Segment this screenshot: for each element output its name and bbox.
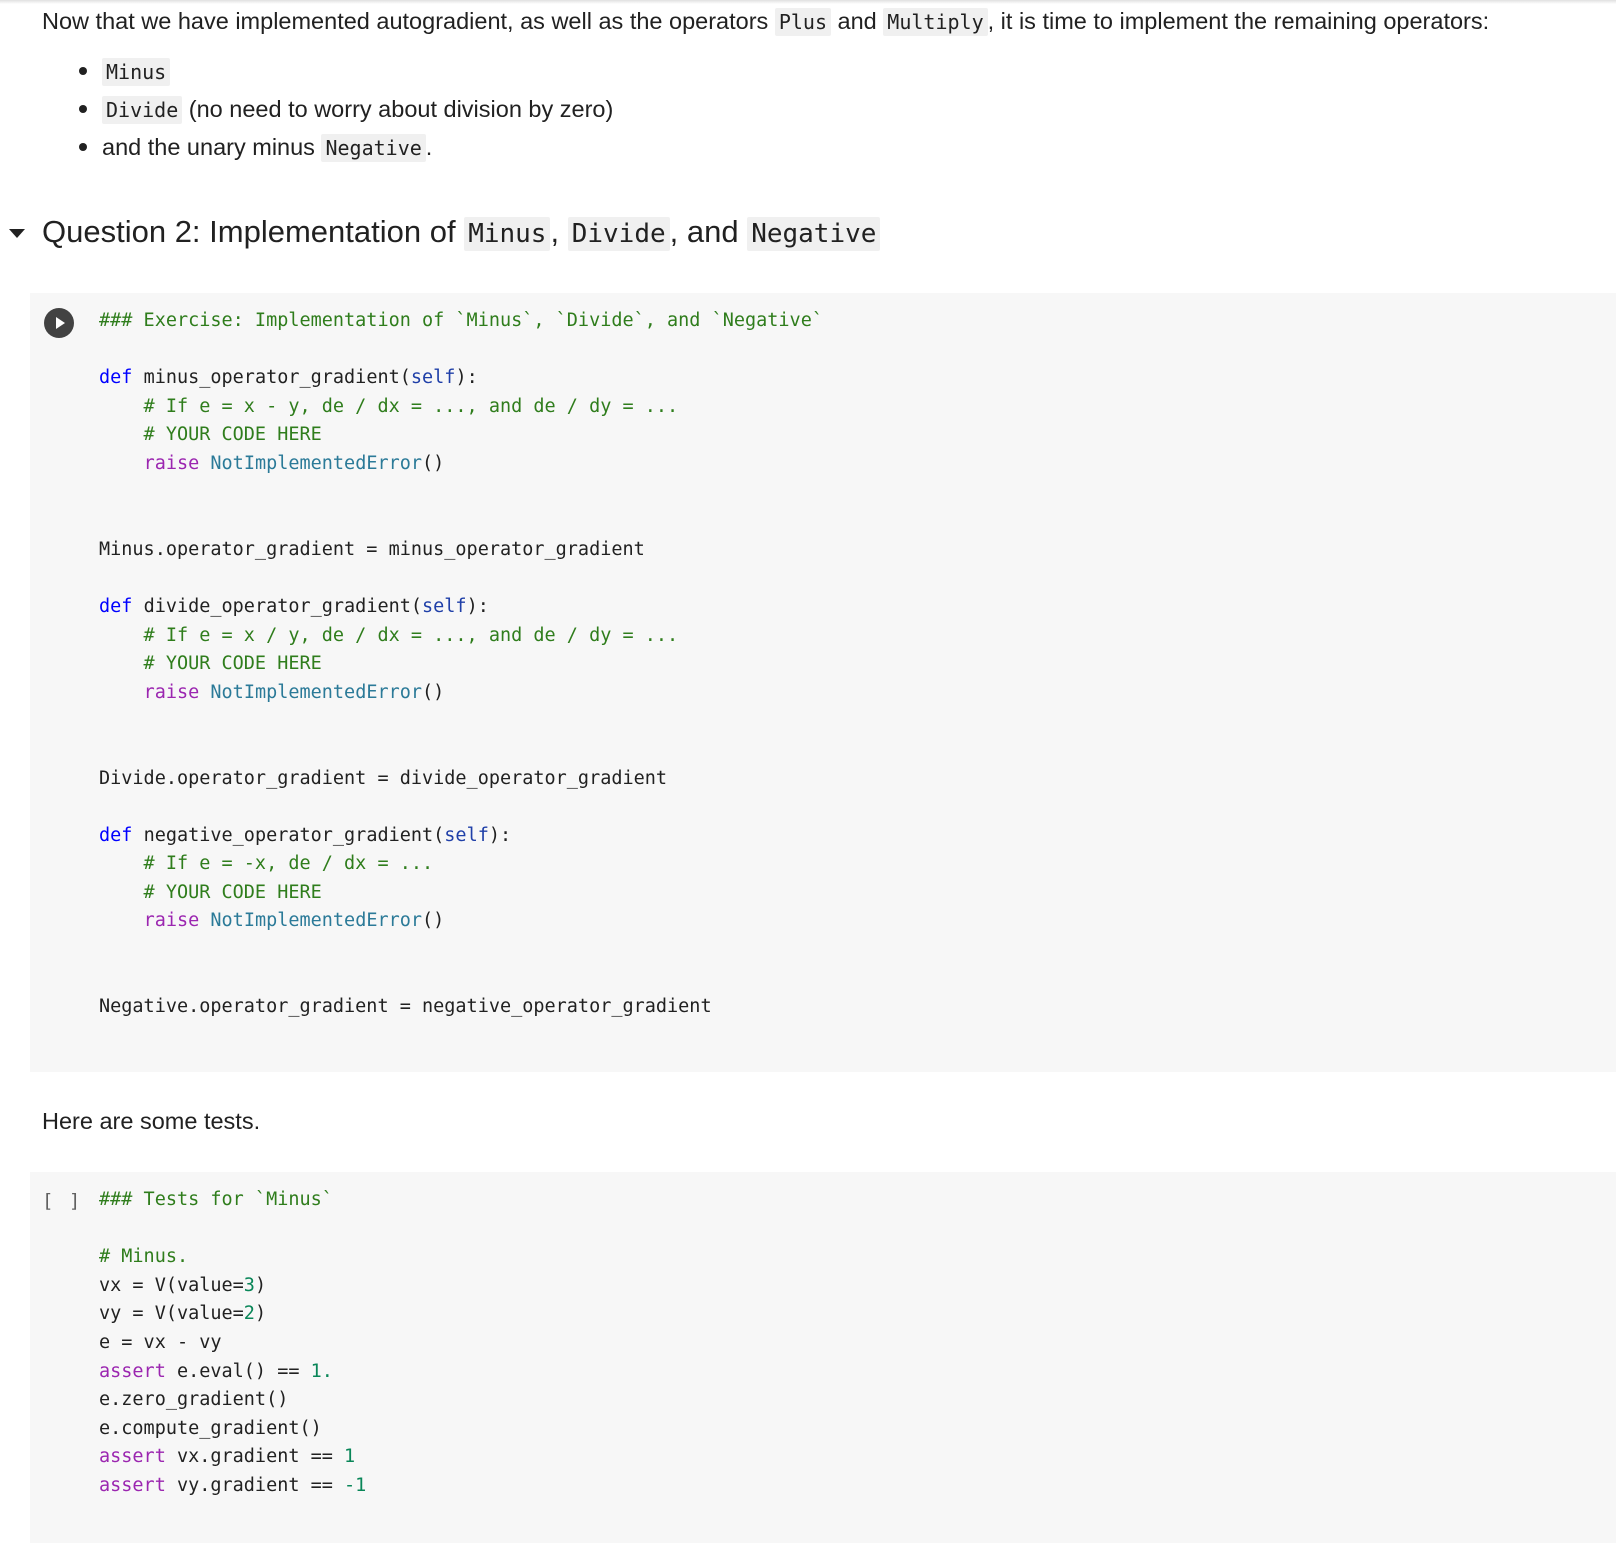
inline-code-negative: Negative [321,134,426,162]
play-icon [56,317,65,329]
code-line: assert e.eval() == 1. [99,1360,333,1382]
heading-text: , [550,214,568,249]
inline-code-multiply: Multiply [883,8,988,36]
code-line: # YOUR CODE HERE [99,881,322,903]
section-collapse-toggle[interactable] [6,226,28,242]
inline-code-plus: Plus [774,8,831,36]
list-item-text: . [425,134,433,160]
code-editor[interactable]: ### Tests for `Minus` # Minus. vx = V(valu… [99,1186,366,1501]
code-line: def divide_operator_gradient(self): [99,595,489,617]
intro-text: , it is time to implement the remaining … [987,8,1490,34]
code-editor[interactable]: ### Exercise: Implementation of `Minus`,… [99,307,823,1022]
code-line: # YOUR CODE HERE [99,653,322,675]
list-item: Minus [42,52,613,90]
inline-code-minus: Minus [102,58,171,86]
run-cell-button[interactable] [44,308,74,338]
inline-code-divide: Divide [567,217,670,251]
intro-text: and [831,8,884,34]
notebook-page: Now that we have implemented autogradien… [0,0,1616,1543]
inline-code-minus: Minus [464,217,551,251]
code-line: def negative_operator_gradient(self): [99,824,512,846]
code-line: vx = V(value=3) [99,1274,267,1296]
execution-count[interactable]: [ ] [42,1190,82,1212]
tests-paragraph: Here are some tests. [42,1108,261,1134]
intro-text: Now that we have implemented autogradien… [42,8,775,34]
list-item-text: (no need to worry about division by zero… [182,96,614,122]
code-line: # If e = x - y, de / dx = ..., and de / … [99,395,679,417]
operator-list: Minus Divide (no need to worry about div… [42,52,613,166]
code-line: assert vy.gradient == -1 [99,1474,367,1496]
code-line: e.compute_gradient() [99,1417,322,1439]
code-line: # If e = -x, de / dx = ... [99,853,434,875]
code-line: # If e = x / y, de / dx = ..., and de / … [99,624,679,646]
code-line: vy = V(value=2) [99,1303,267,1325]
code-line: ### Tests for `Minus` [99,1189,333,1210]
code-line: Divide.operator_gradient = divide_operat… [99,767,668,789]
code-line: def minus_operator_gradient(self): [99,367,478,389]
heading-text: , and [669,214,748,249]
list-item: Divide (no need to worry about division … [42,90,613,128]
code-line: raise NotImplementedError() [143,452,445,474]
list-item-text: and the unary minus [102,134,322,160]
code-line: Minus.operator_gradient = minus_operator… [99,538,645,560]
code-line: ### Exercise: Implementation of `Minus`,… [99,310,823,331]
code-line: # YOUR CODE HERE [99,424,322,446]
code-cell-tests[interactable]: [ ] ### Tests for `Minus` # Minus. vx = V(… [30,1172,1616,1543]
section-heading: Question 2: Implementation of Minus, Div… [42,210,881,256]
code-line: e = vx - vy [99,1331,222,1353]
code-line: assert vx.gradient == 1 [99,1446,356,1468]
code-line: e.zero_gradient() [99,1389,289,1411]
caret-down-icon [9,229,25,238]
code-line: raise NotImplementedError() [143,910,445,932]
code-cell-exercise[interactable]: ### Exercise: Implementation of `Minus`,… [30,293,1616,1072]
code-line: raise NotImplementedError() [143,681,445,703]
inline-code-negative: Negative [747,217,881,251]
code-line: Negative.operator_gradient = negative_op… [99,996,712,1018]
intro-paragraph: Now that we have implemented autogradien… [42,4,1489,39]
list-item: and the unary minus Negative. [42,128,613,166]
code-line: # Minus. [99,1246,189,1268]
heading-text: Question 2: Implementation of [42,214,465,249]
inline-code-divide: Divide [102,96,183,124]
